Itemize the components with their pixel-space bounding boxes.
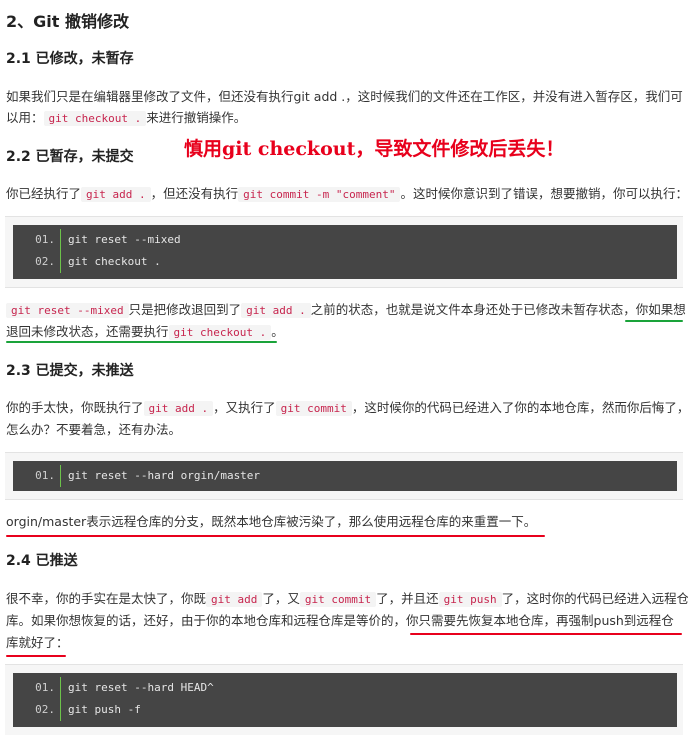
paragraph-2-1-line1: 如果我们只是在编辑器里修改了文件，但还没有执行git add .，这时候我们的文… xyxy=(6,89,683,104)
code-area: 01. git reset --hard orgin/master xyxy=(13,461,677,491)
text: 。 xyxy=(271,324,284,339)
code-text: git reset --hard HEAD^ xyxy=(68,681,214,694)
code-line: 01. git reset --hard orgin/master xyxy=(13,465,677,487)
inline-code: git commit xyxy=(299,592,377,607)
code-text: git reset --mixed xyxy=(68,233,181,246)
paragraph-2-3-line2: 怎么办？不要着急，还有办法。 xyxy=(6,422,182,437)
inline-code: git checkout . xyxy=(168,325,272,340)
code-block-2-3: 01. git reset --hard orgin/master xyxy=(5,452,683,500)
line-number: 01. xyxy=(35,469,55,482)
text: 你只需要先恢复本地仓库，再强制push到远程仓 xyxy=(406,613,674,628)
text: 了，并且还 xyxy=(376,591,439,606)
paragraph-2-4-line2: 库。如果你想恢复的话，还好，由于你的本地仓库和远程仓库是等价的，你只需要先恢复本… xyxy=(6,609,674,632)
paragraph-2-4-line3: 库就好了： xyxy=(6,635,69,650)
heading-2-3: 2.3 已提交，未推送 xyxy=(6,363,134,379)
inline-code: git checkout . xyxy=(43,111,147,126)
line-number: 01. xyxy=(35,681,55,694)
code-text: git reset --hard orgin/master xyxy=(68,469,261,482)
line-number: 02. xyxy=(35,703,55,716)
line-number: 01. xyxy=(35,233,55,246)
text: 你的手太快，你既执行了 xyxy=(6,400,144,415)
text: ，但还没有执行 xyxy=(150,186,239,201)
code-line: 01. git reset --mixed xyxy=(13,229,677,251)
text: ，又执行了 xyxy=(213,400,276,415)
heading-2-1: 2.1 已修改，未暂存 xyxy=(6,51,134,67)
text: 你如果想 xyxy=(635,302,686,317)
text: 。这时候你意识到了错误，想要撤销，你可以执行： xyxy=(400,186,688,201)
text: 你已经执行了 xyxy=(6,186,82,201)
text: 很不幸，你的手实在是太快了，你既 xyxy=(6,591,207,606)
inline-code: git add . xyxy=(241,303,311,318)
code-text: git push -f xyxy=(68,703,141,716)
inline-code: git commit xyxy=(275,401,352,416)
paragraph-2-2-after-line1: git reset --mixed 只是把修改退回到了 git add . 之前的状态… xyxy=(6,298,686,322)
red-underline xyxy=(6,535,545,537)
paragraph-2-2: 你已经执行了 git add . ，但还没有执行 git commit -m "com… xyxy=(6,182,688,206)
code-line: 01. git reset --hard HEAD^ xyxy=(13,677,677,699)
inline-code: git push xyxy=(438,592,502,607)
red-underline xyxy=(6,655,66,657)
code-line: 02. git push -f xyxy=(13,699,677,721)
code-block-2-4: 01. git reset --hard HEAD^ 02. git push -f xyxy=(5,664,683,735)
text: 以用： xyxy=(6,110,44,125)
paragraph-2-3-after: orgin/master表示远程仓库的分支，既然本地仓库被污染了，那么使用远程仓… xyxy=(6,514,537,529)
code-line: 02. git checkout . xyxy=(13,251,677,273)
inline-code: git add . xyxy=(143,401,214,416)
text: ，这时候你的代码已经进入了你的本地仓库，然而你后悔了， xyxy=(351,400,688,415)
red-underline xyxy=(410,633,682,635)
line-number: 02. xyxy=(35,255,55,268)
inline-code: git commit -m "comment" xyxy=(238,187,401,202)
text: 了，又 xyxy=(262,591,300,606)
section-title: 2、Git 撤销修改 xyxy=(6,12,129,31)
text: 来进行撤销操作。 xyxy=(146,110,247,125)
code-text: git checkout . xyxy=(68,255,161,268)
text: 了，这时你的代码已经进入远程仓 xyxy=(501,591,688,606)
inline-code: git add xyxy=(206,592,263,607)
heading-2-4: 2.4 已推送 xyxy=(6,553,78,569)
paragraph-2-1-line2: 以用： git checkout . 来进行撤销操作。 xyxy=(6,106,246,130)
code-area: 01. git reset --mixed 02. git checkout . xyxy=(13,225,677,279)
text: 库。如果你想恢复的话，还好，由于你的本地仓库和远程仓库是等价的， xyxy=(6,613,407,628)
text: 退回未修改状态，还需要执行 xyxy=(6,324,169,339)
warning-annotation: 慎用git checkout，导致文件修改后丢失！ xyxy=(184,138,565,160)
inline-code: git add . xyxy=(81,187,151,202)
text: 只是把修改退回到了 xyxy=(128,302,242,317)
inline-code: git reset --mixed xyxy=(6,303,129,318)
green-underline xyxy=(625,320,683,322)
code-block-2-2: 01. git reset --mixed 02. git checkout . xyxy=(5,216,683,288)
paragraph-2-3-line1: 你的手太快，你既执行了 git add . ，又执行了 git commit ，这时候你… xyxy=(6,396,688,420)
green-underline xyxy=(6,341,277,343)
heading-2-2: 2.2 已暂存，未提交 xyxy=(6,149,134,165)
code-area: 01. git reset --hard HEAD^ 02. git push -f xyxy=(13,673,677,727)
paragraph-2-4-line1: 很不幸，你的手实在是太快了，你既 git add 了，又 git commit 了，并且… xyxy=(6,587,688,611)
text: 之前的状态，也就是说文件本身还处于已修改未暂存状态， xyxy=(310,302,636,317)
